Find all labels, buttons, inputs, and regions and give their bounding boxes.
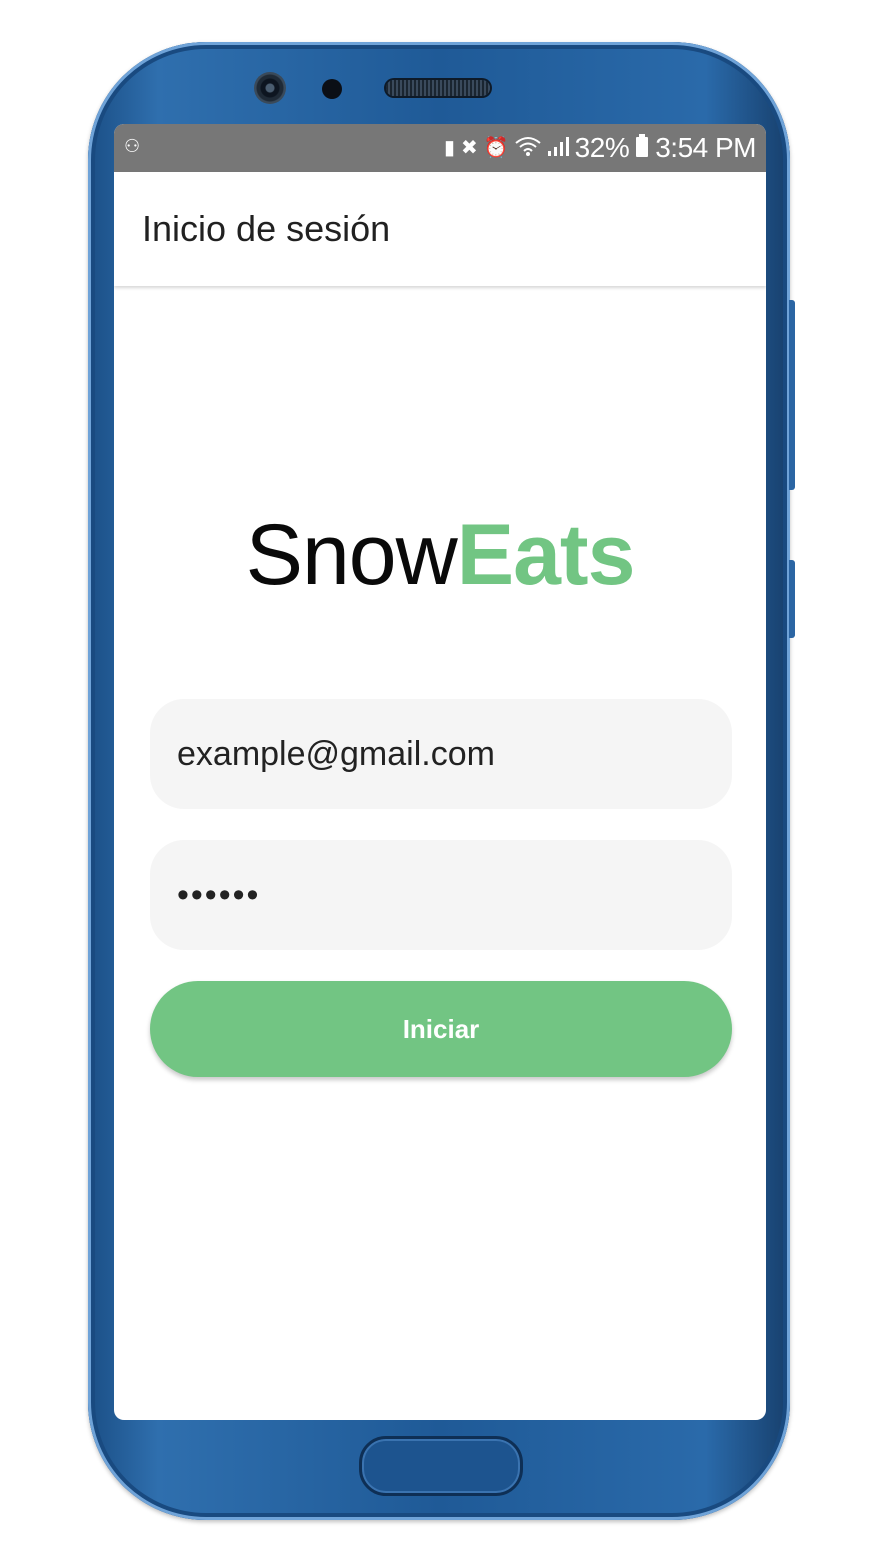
battery-saver-icon: ▮: [443, 137, 455, 159]
logo-word-eats: Eats: [456, 507, 636, 603]
earpiece-speaker: [386, 80, 490, 96]
screen: ⚇ ▮ ✖ ⏰ 32% 3:54 PM Inicio de sesión Sno…: [114, 124, 766, 1420]
wifi-icon: [515, 135, 541, 161]
signal-icon: [547, 135, 569, 161]
clock: 3:54 PM: [655, 132, 756, 163]
status-icons: ▮ ✖ ⏰ 32% 3:54 PM: [443, 131, 757, 165]
proximity-sensor: [322, 79, 342, 99]
login-button[interactable]: Iniciar: [150, 981, 732, 1077]
voicemail-icon: ⚇: [124, 136, 141, 156]
front-camera: [254, 72, 286, 104]
battery-icon: [635, 134, 649, 162]
power-button: [789, 300, 795, 490]
alarm-icon: ⏰: [483, 137, 509, 159]
page-title: Inicio de sesión: [142, 208, 391, 249]
volume-button: [789, 560, 795, 638]
mute-icon: ✖: [461, 137, 478, 159]
home-button[interactable]: [359, 1436, 523, 1496]
email-field[interactable]: [150, 699, 732, 809]
app-logo: SnowEats: [114, 512, 766, 598]
password-field[interactable]: [150, 840, 732, 950]
battery-percent: 32%: [574, 132, 630, 163]
logo-word-snow: Snow: [245, 507, 458, 603]
app-bar: Inicio de sesión: [114, 172, 766, 286]
status-bar: ⚇ ▮ ✖ ⏰ 32% 3:54 PM: [114, 124, 766, 172]
